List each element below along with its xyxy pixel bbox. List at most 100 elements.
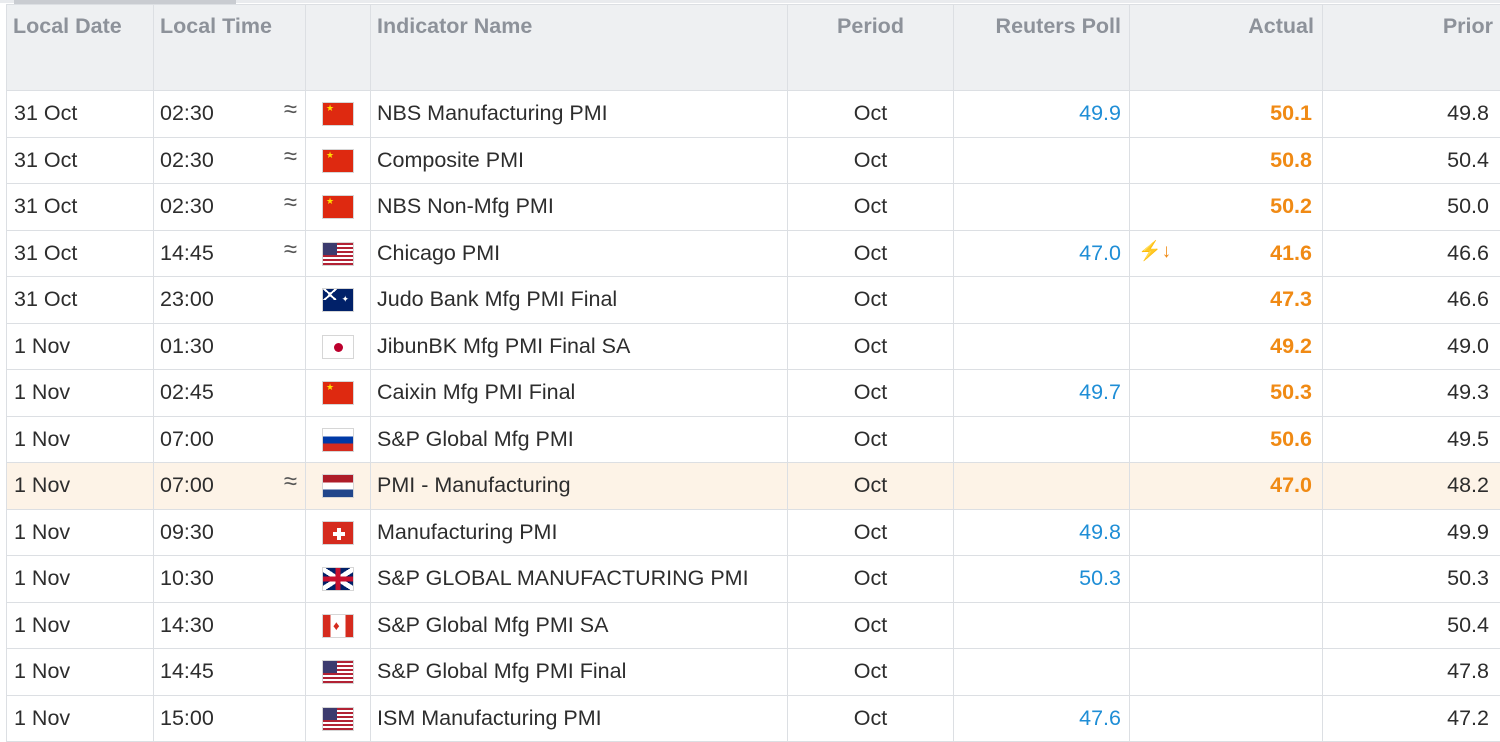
col-header-reuters-poll[interactable]: Reuters Poll xyxy=(954,5,1130,91)
row-reuters-poll xyxy=(954,463,1130,510)
row-reuters-poll xyxy=(954,416,1130,463)
approx-trend-icon[interactable]: ≈ xyxy=(284,189,297,217)
table-row[interactable]: 31 Oct14:45≈Chicago PMIOct47.0⚡↓41.646.6 xyxy=(7,230,1500,277)
col-header-prior[interactable]: Prior xyxy=(1323,5,1500,91)
row-prior: 46.6 xyxy=(1323,230,1500,277)
row-indicator-name[interactable]: NBS Manufacturing PMI xyxy=(371,91,788,138)
row-time: 09:30 xyxy=(154,509,306,556)
row-prior: 47.8 xyxy=(1323,649,1500,696)
row-indicator-name[interactable]: PMI - Manufacturing xyxy=(371,463,788,510)
row-period: Oct xyxy=(788,602,954,649)
row-prior: 46.6 xyxy=(1323,277,1500,324)
row-prior: 48.2 xyxy=(1323,463,1500,510)
row-date: 1 Nov xyxy=(7,695,154,742)
row-indicator-name[interactable]: ISM Manufacturing PMI xyxy=(371,695,788,742)
row-actual: 50.6 xyxy=(1130,416,1323,463)
row-prior: 49.8 xyxy=(1323,91,1500,138)
row-time-label: 02:30 xyxy=(160,194,214,218)
table-row[interactable]: 1 Nov07:00≈PMI - ManufacturingOct47.048.… xyxy=(7,463,1500,510)
table-row[interactable]: 1 Nov14:45S&P Global Mfg PMI FinalOct47.… xyxy=(7,649,1500,696)
row-period: Oct xyxy=(788,509,954,556)
row-time-label: 09:30 xyxy=(160,520,214,544)
row-time: 23:00 xyxy=(154,277,306,324)
row-date: 1 Nov xyxy=(7,556,154,603)
approx-trend-icon[interactable]: ≈ xyxy=(284,468,297,496)
table-row[interactable]: 1 Nov10:30S&P GLOBAL MANUFACTURING PMIOc… xyxy=(7,556,1500,603)
row-reuters-poll xyxy=(954,137,1130,184)
row-period: Oct xyxy=(788,277,954,324)
row-date: 1 Nov xyxy=(7,323,154,370)
usa-flag-icon xyxy=(322,660,354,684)
table-row[interactable]: 31 Oct02:30≈NBS Non-Mfg PMIOct50.250.0 xyxy=(7,184,1500,231)
row-period: Oct xyxy=(788,556,954,603)
usa-flag-icon xyxy=(322,242,354,266)
row-actual: 47.3 xyxy=(1130,277,1323,324)
row-prior: 49.0 xyxy=(1323,323,1500,370)
row-reuters-poll: 50.3 xyxy=(954,556,1130,603)
row-period: Oct xyxy=(788,230,954,277)
table-row[interactable]: 31 Oct23:00Judo Bank Mfg PMI FinalOct47.… xyxy=(7,277,1500,324)
row-actual-value: 50.6 xyxy=(1270,427,1312,451)
row-reuters-poll: 47.6 xyxy=(954,695,1130,742)
approx-trend-icon[interactable]: ≈ xyxy=(284,143,297,171)
usa-flag-icon xyxy=(322,707,354,731)
row-date: 31 Oct xyxy=(7,137,154,184)
row-time-label: 07:00 xyxy=(160,427,214,451)
row-reuters-poll xyxy=(954,323,1130,370)
row-actual xyxy=(1130,556,1323,603)
row-date: 1 Nov xyxy=(7,416,154,463)
row-indicator-name[interactable]: Composite PMI xyxy=(371,137,788,184)
surprise-alert-icon: ⚡↓ xyxy=(1138,239,1171,263)
row-time: 02:30 ≈ xyxy=(154,184,306,231)
row-time: 14:30 xyxy=(154,602,306,649)
table-row[interactable]: 1 Nov01:30JibunBK Mfg PMI Final SAOct49.… xyxy=(7,323,1500,370)
row-indicator-name[interactable]: S&P Global Mfg PMI xyxy=(371,416,788,463)
row-actual xyxy=(1130,509,1323,556)
table-row[interactable]: 1 Nov02:45Caixin Mfg PMI FinalOct49.750.… xyxy=(7,370,1500,417)
row-indicator-name[interactable]: Caixin Mfg PMI Final xyxy=(371,370,788,417)
china-flag-icon xyxy=(322,381,354,405)
row-actual-value: 41.6 xyxy=(1270,241,1312,265)
row-flag xyxy=(306,556,371,603)
table-row[interactable]: 31 Oct02:30≈Composite PMIOct50.850.4 xyxy=(7,137,1500,184)
table-header-row: Local Date Local Time Indicator Name Per… xyxy=(7,5,1500,91)
row-prior: 50.0 xyxy=(1323,184,1500,231)
col-header-period[interactable]: Period xyxy=(788,5,954,91)
row-indicator-name[interactable]: S&P GLOBAL MANUFACTURING PMI xyxy=(371,556,788,603)
col-header-flag xyxy=(306,5,371,91)
row-actual: 50.2 xyxy=(1130,184,1323,231)
row-time: 07:00≈ xyxy=(154,463,306,510)
col-header-local-time[interactable]: Local Time xyxy=(154,5,306,91)
row-time-label: 02:45 xyxy=(160,380,214,404)
col-header-actual[interactable]: Actual xyxy=(1130,5,1323,91)
row-indicator-name[interactable]: S&P Global Mfg PMI Final xyxy=(371,649,788,696)
row-time-label: 14:45 xyxy=(160,659,214,683)
approx-trend-icon[interactable]: ≈ xyxy=(284,236,297,264)
table-row[interactable]: 1 Nov15:00ISM Manufacturing PMIOct47.647… xyxy=(7,695,1500,742)
row-reuters-poll xyxy=(954,277,1130,324)
row-indicator-name[interactable]: JibunBK Mfg PMI Final SA xyxy=(371,323,788,370)
switzerland-flag-icon xyxy=(322,521,354,545)
col-header-local-date[interactable]: Local Date xyxy=(7,5,154,91)
row-flag xyxy=(306,509,371,556)
japan-flag-icon xyxy=(322,335,354,359)
row-indicator-name[interactable]: NBS Non-Mfg PMI xyxy=(371,184,788,231)
approx-trend-icon[interactable]: ≈ xyxy=(284,96,297,124)
row-date: 1 Nov xyxy=(7,509,154,556)
row-indicator-name[interactable]: Chicago PMI xyxy=(371,230,788,277)
economic-calendar-table: Local Date Local Time Indicator Name Per… xyxy=(6,4,1500,742)
row-prior: 50.4 xyxy=(1323,602,1500,649)
row-indicator-name[interactable]: S&P Global Mfg PMI SA xyxy=(371,602,788,649)
row-indicator-name[interactable]: Judo Bank Mfg PMI Final xyxy=(371,277,788,324)
row-indicator-name[interactable]: Manufacturing PMI xyxy=(371,509,788,556)
table-row[interactable]: 1 Nov07:00S&P Global Mfg PMIOct50.649.5 xyxy=(7,416,1500,463)
china-flag-icon xyxy=(322,102,354,126)
row-reuters-poll xyxy=(954,602,1130,649)
row-date: 1 Nov xyxy=(7,463,154,510)
col-header-indicator-name[interactable]: Indicator Name xyxy=(371,5,788,91)
table-row[interactable]: 31 Oct02:30≈NBS Manufacturing PMIOct49.9… xyxy=(7,91,1500,138)
table-row[interactable]: 1 Nov09:30Manufacturing PMIOct49.849.9 xyxy=(7,509,1500,556)
row-date: 31 Oct xyxy=(7,230,154,277)
table-row[interactable]: 1 Nov14:30S&P Global Mfg PMI SAOct50.4 xyxy=(7,602,1500,649)
row-time-label: 14:30 xyxy=(160,613,214,637)
